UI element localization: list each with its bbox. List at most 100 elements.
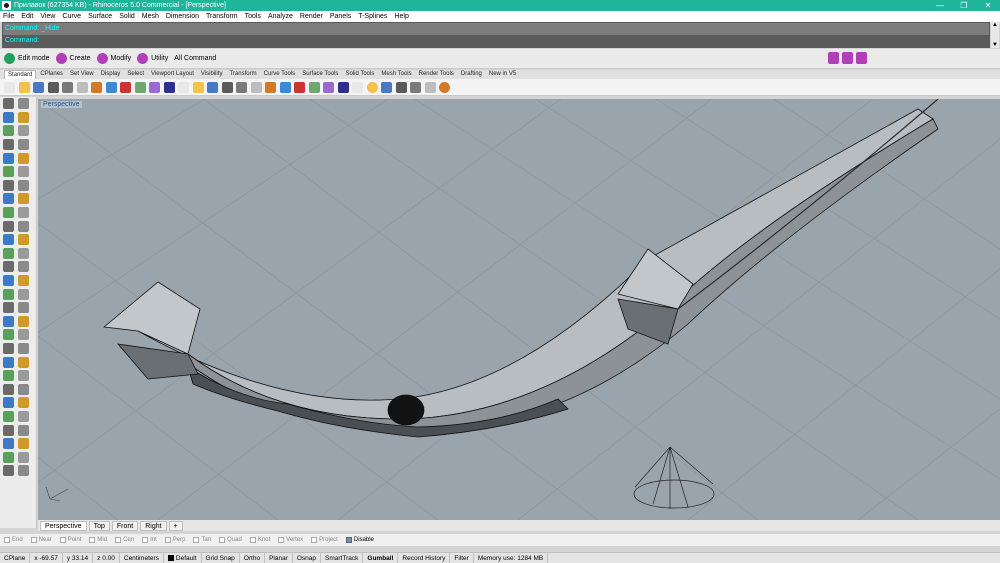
print-icon[interactable] [47, 81, 59, 93]
layer-icon[interactable] [265, 81, 276, 93]
tab-viewport-layout[interactable]: Viewport Layout [148, 70, 197, 79]
osnap-tan[interactable]: Tan [193, 537, 211, 543]
copy-icon[interactable] [91, 81, 102, 93]
checkbox[interactable] [142, 537, 149, 543]
minimize-button[interactable]: — [928, 0, 952, 11]
checkbox[interactable] [59, 537, 66, 543]
analyze-icon[interactable] [3, 315, 14, 327]
tsplines-icon-1[interactable] [828, 52, 839, 64]
gumball-toggle[interactable]: Gumball [363, 552, 399, 563]
surface-corner-icon[interactable] [3, 166, 14, 178]
osnap-point[interactable]: Point [59, 537, 81, 543]
cplane-icon[interactable] [3, 410, 14, 422]
filter-toggle[interactable]: Filter [450, 552, 474, 563]
tab-transform[interactable]: Transform [226, 70, 259, 79]
pull-icon[interactable] [18, 370, 29, 382]
smarttrack-toggle[interactable]: SmartTrack [321, 552, 364, 563]
history-icon[interactable] [18, 397, 29, 409]
close-button[interactable]: ✕ [976, 0, 1000, 11]
point-icon[interactable] [3, 111, 14, 123]
offset-icon[interactable] [3, 383, 14, 395]
menu-t-splines[interactable]: T-Splines [358, 13, 387, 20]
tab-solid-tools[interactable]: Solid Tools [342, 70, 377, 79]
perspective-viewport[interactable]: Perspective [38, 99, 1000, 520]
copy-icon[interactable] [3, 247, 14, 259]
tab-mesh-tools[interactable]: Mesh Tools [378, 70, 414, 79]
light-icon[interactable] [18, 329, 29, 341]
sweep-icon[interactable] [3, 193, 14, 205]
tab-select[interactable]: Select [124, 70, 147, 79]
pan-icon[interactable] [134, 81, 146, 93]
loft-icon[interactable] [3, 179, 14, 191]
tab-visibility[interactable]: Visibility [198, 70, 226, 79]
command-prompt[interactable]: Command: [3, 35, 989, 47]
paste-icon[interactable] [105, 81, 117, 93]
cylinder-icon[interactable] [3, 220, 14, 232]
cut-icon[interactable] [76, 81, 88, 93]
gear-icon[interactable] [410, 81, 421, 93]
viewport-tab-top[interactable]: Top [88, 520, 110, 531]
tab-new-in-v5[interactable]: New in V5 [486, 70, 519, 79]
tab-drafting[interactable]: Drafting [458, 70, 485, 79]
undo-view-icon[interactable] [221, 81, 233, 93]
menu-tools[interactable]: Tools [245, 13, 261, 20]
box-icon[interactable] [3, 207, 14, 219]
line-icon[interactable] [3, 98, 14, 110]
light-icon[interactable] [308, 81, 320, 93]
menu-solid[interactable]: Solid [119, 13, 135, 20]
osnap-int[interactable]: Int [142, 537, 157, 543]
tsplines-icon-3[interactable] [856, 52, 867, 64]
menu-mesh[interactable]: Mesh [142, 13, 159, 20]
material-icon[interactable] [381, 81, 392, 93]
create-button[interactable]: Create [55, 53, 91, 64]
osnap-quad[interactable]: Quad [219, 537, 242, 543]
checkbox[interactable] [193, 537, 200, 543]
restore-button[interactable]: ❐ [952, 0, 976, 11]
grid-snap-toggle[interactable]: Grid Snap [202, 552, 240, 563]
project-icon[interactable] [3, 370, 14, 382]
extrude-icon[interactable] [18, 166, 29, 178]
scroll-down-icon[interactable]: ▼ [992, 42, 998, 48]
curve-icon[interactable] [18, 111, 29, 123]
command-scrollbar[interactable]: ▲ ▼ [991, 22, 999, 48]
checkbox[interactable] [219, 537, 226, 543]
props-icon[interactable] [3, 465, 14, 477]
boolean-icon[interactable] [18, 220, 29, 232]
osnap-toggle[interactable]: Osnap [293, 552, 322, 563]
checkbox[interactable] [164, 537, 171, 543]
viewport-tab-front[interactable]: Front [111, 520, 139, 531]
rotate-icon[interactable] [18, 247, 29, 259]
viewport-tab-right[interactable]: Right [140, 520, 167, 531]
layer-icon[interactable] [18, 410, 29, 422]
revolve-icon[interactable] [18, 179, 29, 191]
hide-icon[interactable] [294, 81, 305, 93]
all-command-button[interactable]: All Command [174, 55, 216, 62]
open-icon[interactable] [18, 81, 30, 93]
checkbox[interactable] [4, 537, 10, 543]
osnap-cen[interactable]: Cen [115, 537, 134, 543]
tsplines-icon-2[interactable] [842, 52, 853, 64]
planar-toggle[interactable]: Planar [265, 552, 293, 563]
trim-icon[interactable] [18, 275, 29, 287]
named-view-icon[interactable] [337, 81, 349, 93]
block-icon[interactable] [3, 342, 14, 354]
add-viewport-tab-button[interactable]: + [168, 520, 183, 531]
render-icon[interactable] [366, 81, 378, 93]
circle-icon[interactable] [3, 125, 14, 137]
view-icon[interactable] [3, 451, 14, 463]
new-icon[interactable] [4, 81, 15, 93]
rebuild-icon[interactable] [18, 383, 29, 395]
osnap-project[interactable]: Project [311, 537, 338, 543]
zoom-icon[interactable] [18, 451, 29, 463]
split-icon[interactable] [3, 288, 14, 300]
mirror-icon[interactable] [18, 261, 29, 273]
array-icon[interactable] [3, 275, 14, 287]
options-icon[interactable] [424, 81, 436, 93]
hatch-icon[interactable] [18, 342, 29, 354]
menu-analyze[interactable]: Analyze [268, 13, 293, 20]
edit-mode-button[interactable]: Edit mode [4, 53, 50, 64]
rhino-app-icon[interactable] [2, 1, 11, 10]
tab-standard[interactable]: Standard [4, 70, 37, 79]
move-icon[interactable] [18, 234, 29, 246]
menu-edit[interactable]: Edit [21, 13, 33, 20]
